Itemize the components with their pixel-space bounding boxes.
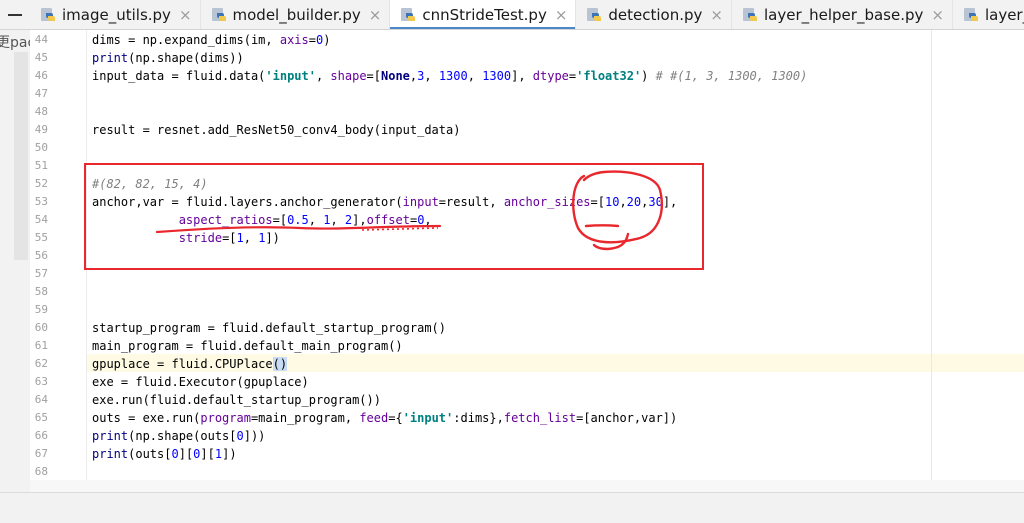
status-bar [0,492,1024,523]
red-annotation-scribbles [155,170,663,251]
red-tick-scribble [584,224,630,251]
red-circle-scribble [572,170,663,244]
horizontal-scrollbar[interactable] [30,480,1024,492]
